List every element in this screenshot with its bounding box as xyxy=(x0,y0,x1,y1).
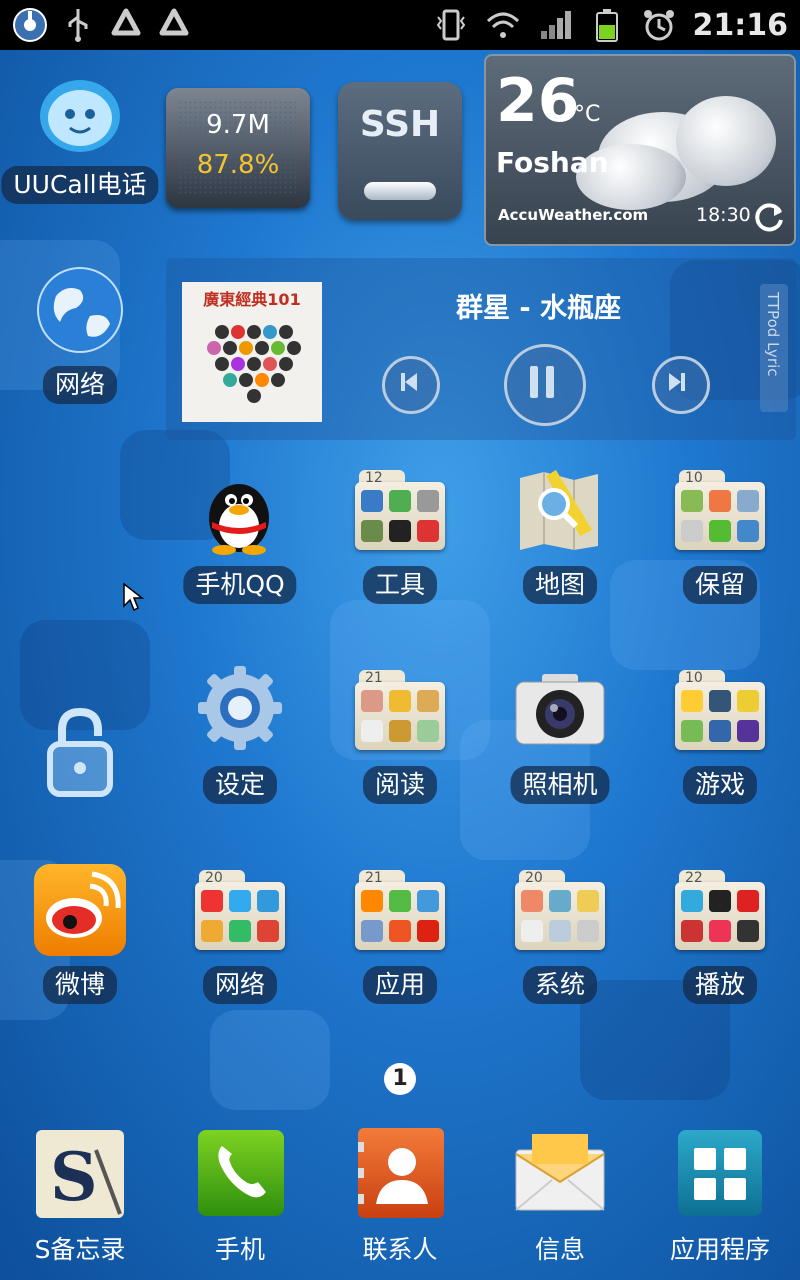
weather-widget[interactable]: 26 °C Foshan AccuWeather.com 18:30 xyxy=(484,54,796,246)
app-label-camera[interactable]: 照相机 xyxy=(510,766,610,804)
folder-reading[interactable]: 21 xyxy=(355,670,445,752)
app-label-player[interactable]: 播放 xyxy=(682,966,758,1004)
dock-label-all-apps: 应用程序 xyxy=(669,1235,771,1264)
messages-app-icon[interactable] xyxy=(514,1132,606,1214)
recycle-icon xyxy=(156,7,192,43)
lyric-tab-label: TTPod Lyric xyxy=(764,292,782,377)
weibo-app-icon[interactable] xyxy=(34,864,126,956)
folder-network[interactable]: 20 xyxy=(195,870,285,952)
weather-city: Foshan xyxy=(496,146,609,179)
lyric-tab[interactable]: TTPod Lyric xyxy=(760,284,788,412)
alarm-icon xyxy=(641,7,677,43)
ssh-label: SSH xyxy=(359,104,441,145)
weather-update-time: 18:30 xyxy=(696,204,751,226)
svg-text:S: S xyxy=(50,1138,98,1216)
folder-games[interactable]: 10 xyxy=(675,670,765,752)
ssh-widget[interactable]: SSH xyxy=(338,82,462,220)
folder-body xyxy=(355,682,445,750)
folder-body xyxy=(355,482,445,550)
map-app-icon[interactable] xyxy=(516,470,602,552)
globe-app-icon[interactable] xyxy=(36,266,124,354)
traffic-widget[interactable]: 9.7M 87.8% xyxy=(166,88,310,208)
uucall-label[interactable]: UUCall电话 xyxy=(1,166,159,204)
vibrate-icon xyxy=(433,7,469,43)
page-indicator[interactable]: 1 xyxy=(384,1063,416,1095)
signal-icon xyxy=(537,7,573,43)
folder-body xyxy=(515,882,605,950)
camera-app-icon[interactable] xyxy=(514,672,606,748)
cloud-icon xyxy=(676,96,776,186)
uucall-app-icon[interactable] xyxy=(34,76,126,160)
status-bar[interactable]: 21:16 xyxy=(0,0,800,50)
folder-body xyxy=(675,482,765,550)
folder-body xyxy=(355,882,445,950)
app-label-weibo[interactable]: 微博 xyxy=(42,966,118,1004)
ssh-toggle-bar xyxy=(364,182,436,200)
weather-temperature: 26 xyxy=(496,66,580,136)
dock-label-memo: S备忘录 xyxy=(34,1235,126,1264)
traffic-percent: 87.8% xyxy=(196,150,280,180)
next-button[interactable] xyxy=(652,356,710,414)
contacts-app-icon[interactable] xyxy=(358,1128,444,1218)
folder-player[interactable]: 22 xyxy=(675,870,765,952)
phone-app-icon[interactable] xyxy=(198,1130,284,1216)
usb-icon xyxy=(60,7,96,43)
app-label-qq[interactable]: 手机QQ xyxy=(183,566,297,604)
lock-icon[interactable] xyxy=(40,706,120,798)
folder-apps[interactable]: 21 xyxy=(355,870,445,952)
s-memo-app-icon[interactable]: S xyxy=(36,1130,124,1218)
qq-app-icon[interactable] xyxy=(196,466,282,556)
weather-brand: AccuWeather.com xyxy=(498,206,649,224)
battery-icon xyxy=(589,7,625,43)
app-label-games[interactable]: 游戏 xyxy=(682,766,758,804)
recycle-icon xyxy=(108,7,144,43)
app-label-reading[interactable]: 阅读 xyxy=(362,766,438,804)
app-label-reserved[interactable]: 保留 xyxy=(682,566,758,604)
folder-body xyxy=(195,882,285,950)
app-label-settings[interactable]: 设定 xyxy=(202,766,278,804)
notification-app-icon xyxy=(12,7,48,43)
dock-label-messages: 信息 xyxy=(534,1235,586,1264)
folder-reserved[interactable]: 10 xyxy=(675,470,765,552)
app-drawer-icon[interactable] xyxy=(678,1130,762,1216)
traffic-value: 9.7M xyxy=(206,110,270,140)
song-title: 群星 - 水瓶座 xyxy=(456,293,622,324)
app-label-system[interactable]: 系统 xyxy=(522,966,598,1004)
app-label-network[interactable]: 网络 xyxy=(202,966,278,1004)
folder-tools[interactable]: 12 xyxy=(355,470,445,552)
folder-system[interactable]: 20 xyxy=(515,870,605,952)
app-label-apps[interactable]: 应用 xyxy=(362,966,438,1004)
refresh-icon[interactable] xyxy=(752,200,786,238)
folder-body xyxy=(675,682,765,750)
weather-unit: °C xyxy=(574,102,601,127)
previous-button[interactable] xyxy=(382,356,440,414)
clock: 21:16 xyxy=(692,7,789,43)
folder-body xyxy=(675,882,765,950)
pause-button[interactable] xyxy=(504,344,586,426)
settings-gear-icon[interactable] xyxy=(196,664,284,752)
dock-label-contacts: 联系人 xyxy=(362,1235,438,1264)
wifi-icon xyxy=(485,7,521,43)
network-label[interactable]: 网络 xyxy=(42,366,118,404)
app-label-map[interactable]: 地图 xyxy=(522,566,598,604)
album-art[interactable]: 廣東經典101 xyxy=(182,282,322,422)
app-label-tools[interactable]: 工具 xyxy=(362,566,438,604)
dock-label-phone: 手机 xyxy=(214,1235,266,1264)
mouse-cursor-icon xyxy=(122,582,145,616)
wallpaper-shape xyxy=(210,1010,330,1110)
